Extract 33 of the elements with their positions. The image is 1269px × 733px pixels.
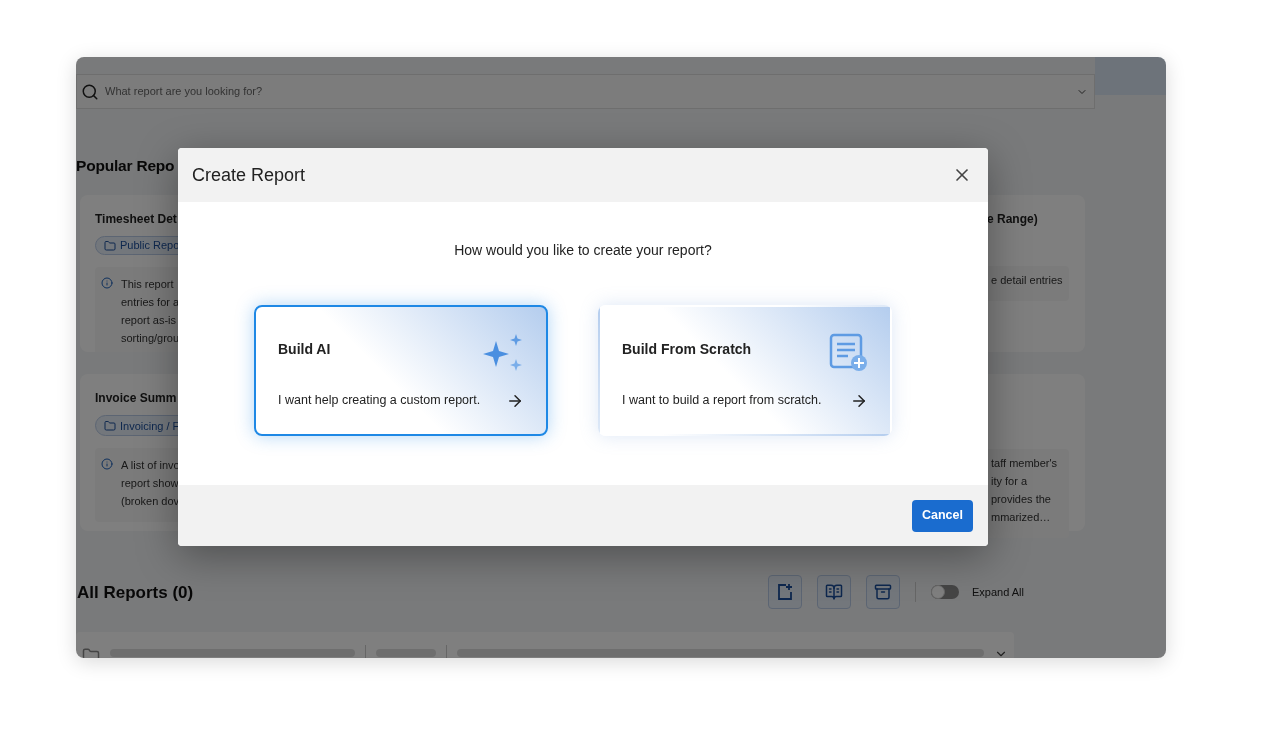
option-title: Build AI xyxy=(278,340,331,359)
report-description: e detail entries xyxy=(991,273,1064,289)
document-plus-icon xyxy=(828,333,868,373)
option-card[interactable]: Build AI I want help creating a custom report. xyxy=(254,305,548,436)
section-heading: Popular Repo xyxy=(76,156,175,176)
info-icon xyxy=(101,276,113,289)
option-title: Build From Scratch xyxy=(622,340,752,359)
folder-icon xyxy=(104,419,116,432)
archive-icon xyxy=(874,583,892,602)
option-card[interactable]: Build From Scratch I want to build a report from scratch. xyxy=(598,305,892,436)
search-field[interactable]: What report are you looking for? xyxy=(76,74,1095,109)
dialog-question: How would you like to create your report? xyxy=(454,241,712,260)
section-heading: All Reports (0) xyxy=(77,581,194,604)
new-report-button[interactable] xyxy=(768,575,802,610)
report-title: e Range) xyxy=(987,211,1038,229)
report-description: taff member's ity for a provides the mmarized… xyxy=(991,456,1059,526)
archive-button[interactable] xyxy=(866,575,900,610)
book-button[interactable] xyxy=(817,575,851,610)
search-icon xyxy=(81,82,99,101)
report-title: Timesheet Det xyxy=(95,211,177,229)
book-icon xyxy=(825,583,843,602)
info-icon xyxy=(101,458,113,471)
search-placeholder: What report are you looking for? xyxy=(105,84,264,100)
cancel-button[interactable]: Cancel xyxy=(912,499,973,532)
add-document-icon xyxy=(776,583,794,602)
report-title: Invoice Summ xyxy=(95,390,177,408)
header-band xyxy=(1095,57,1166,95)
expand-all-toggle[interactable] xyxy=(931,585,959,600)
dialog-title: Create Report xyxy=(192,163,306,187)
expand-all-label: Expand All xyxy=(972,585,1024,600)
option-description: I want to build a report from scratch. xyxy=(622,392,822,410)
folder-icon xyxy=(104,239,116,252)
option-description: I want help creating a custom report. xyxy=(278,392,481,410)
